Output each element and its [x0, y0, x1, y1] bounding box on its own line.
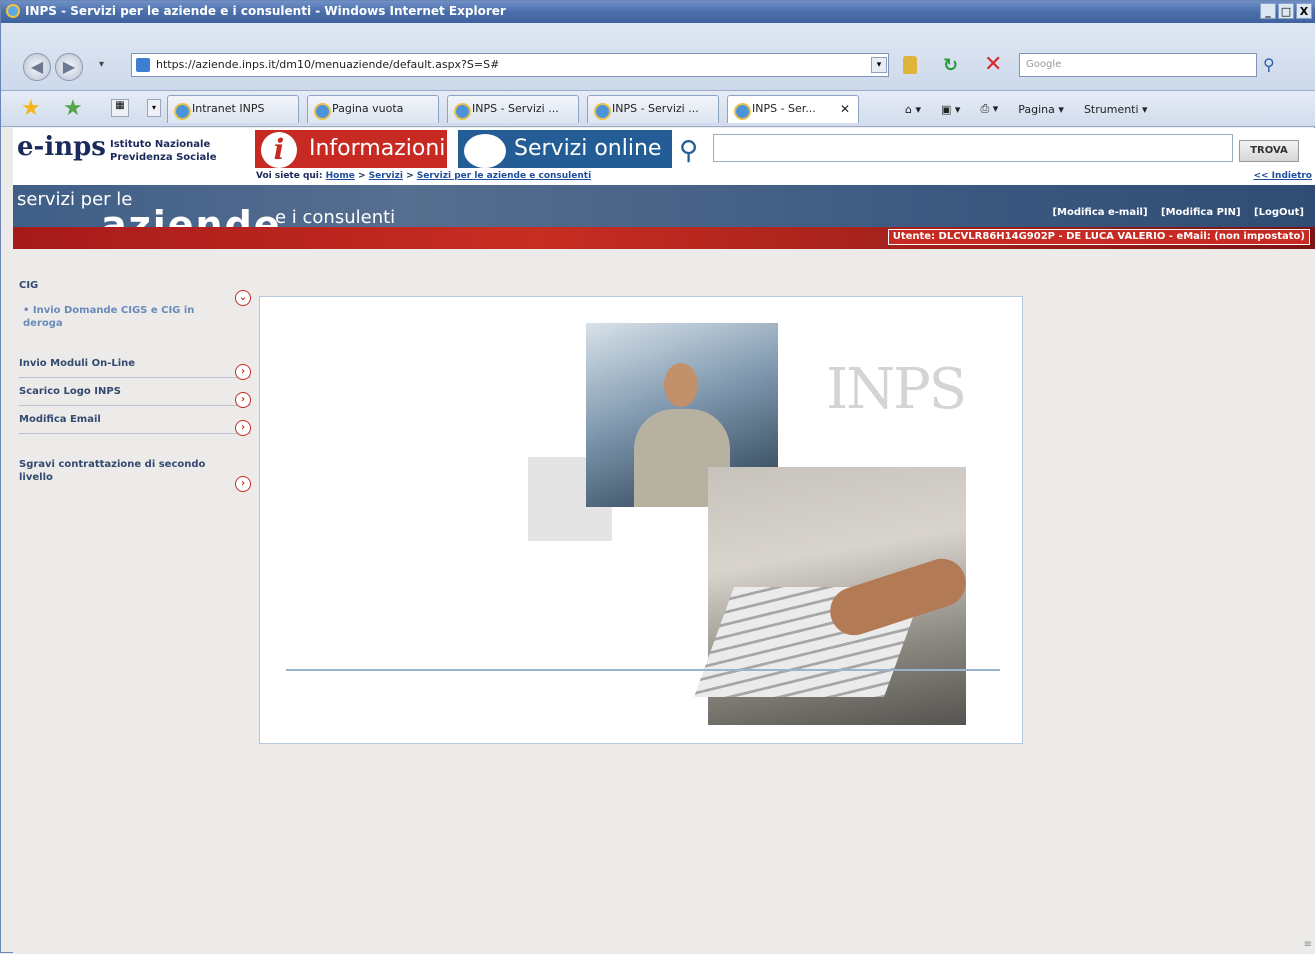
search-icon[interactable]: ⚲	[1263, 55, 1275, 74]
back-button[interactable]: ◀	[23, 53, 51, 81]
sidebar-item-label: Modifica Email	[19, 414, 101, 425]
window-title: INPS - Servizi per le aziende e i consul…	[25, 4, 506, 18]
sidebar-item-label: Sgravi contrattazione di secondo livello	[19, 459, 206, 483]
lock-icon[interactable]	[903, 56, 917, 74]
tab-label: INPS - Ser...	[752, 102, 816, 115]
tab-label: Pagina vuota	[332, 102, 404, 115]
indietro-link[interactable]: << Indietro	[1253, 171, 1312, 181]
tab-pagina-vuota[interactable]: Pagina vuota	[307, 95, 439, 123]
stop-icon[interactable]: ✕	[984, 52, 1002, 77]
breadcrumb-aziende[interactable]: Servizi per le aziende e consulenti	[417, 171, 591, 181]
breadcrumb-prefix: Voi siete qui:	[256, 171, 323, 181]
refresh-icon[interactable]: ↻	[943, 55, 958, 76]
informazioni-tab[interactable]: i Informazioni	[255, 130, 447, 168]
keyboard-photo	[693, 467, 972, 725]
sidebar-item-scarico-logo[interactable]: Scarico Logo INPS ›	[19, 386, 251, 408]
tab-label: INPS - Servizi ...	[612, 102, 699, 115]
tab-inps-2[interactable]: INPS - Servizi ...	[587, 95, 719, 123]
chevron-right-icon[interactable]: ›	[235, 392, 251, 408]
web-page: e-inps Istituto Nazionale Previdenza Soc…	[13, 128, 1315, 954]
sidebar-item-label: CIG	[19, 280, 39, 291]
tools-menu-label: Strumenti	[1083, 102, 1139, 116]
sidebar-item-label: Scarico Logo INPS	[19, 386, 121, 397]
feeds-icon[interactable]: ▣ ▾	[941, 103, 960, 116]
browser-window: INPS - Servizi per le aziende e i consul…	[0, 0, 1315, 954]
divider-line	[286, 669, 1000, 671]
search-icon: ⚲	[679, 136, 699, 166]
modifica-email-link[interactable]: [Modifica e-mail]	[1052, 207, 1147, 218]
logout-link[interactable]: [LogOut]	[1254, 207, 1304, 218]
org-line1: Istituto Nazionale	[110, 139, 211, 150]
site-search-input[interactable]	[713, 134, 1233, 162]
photo-figure-head	[664, 363, 698, 407]
page-icon	[136, 58, 150, 72]
page-menu[interactable]: Pagina ▾	[1018, 103, 1064, 116]
globe-icon	[464, 134, 506, 168]
tab-inps-1[interactable]: INPS - Servizi ...	[447, 95, 579, 123]
sidebar-item-invio-moduli[interactable]: Invio Moduli On-Line ›	[19, 358, 251, 380]
tab-label: Intranet INPS	[192, 102, 265, 115]
favorites-star-icon[interactable]: ★	[21, 96, 41, 121]
user-info: Utente: DLCVLR86H14G902P - DE LUCA VALER…	[887, 229, 1310, 245]
tab-intranet[interactable]: Intranet INPS	[167, 95, 299, 123]
quick-tabs-icon[interactable]: ▦	[111, 99, 129, 117]
informazioni-label: Informazioni	[309, 136, 446, 161]
banner-line3: e i consulenti	[275, 207, 396, 228]
site-header: e-inps Istituto Nazionale Previdenza Soc…	[13, 128, 1315, 185]
org-name: Istituto Nazionale Previdenza Sociale	[110, 138, 216, 164]
welcome-panel: INPS	[259, 296, 1023, 744]
title-bar: INPS - Servizi per le aziende e i consul…	[1, 1, 1315, 23]
command-bar: ⌂ ▾ ▣ ▾ ⎙ ▾ Pagina ▾ Strumenti ▾	[905, 97, 1148, 121]
inps-watermark: INPS	[826, 357, 967, 422]
tab-list-button[interactable]: ▾	[147, 99, 161, 117]
minimize-button[interactable]: _	[1260, 3, 1276, 19]
user-links: [Modifica e-mail] [Modifica PIN] [LogOut…	[1042, 207, 1304, 218]
ie-icon	[6, 4, 20, 18]
tab-inps-active[interactable]: INPS - Ser... ✕	[727, 95, 859, 123]
org-line2: Previdenza Sociale	[110, 152, 217, 163]
chevron-right-icon[interactable]: ›	[235, 476, 251, 492]
window-controls: _ □ X	[1260, 3, 1312, 19]
einps-logo[interactable]: e-inps	[17, 132, 106, 162]
home-icon[interactable]: ⌂ ▾	[905, 103, 921, 116]
address-toolbar: ◀ ▶ ▾ https://aziende.inps.it/dm10/menua…	[1, 23, 1315, 91]
breadcrumb-home[interactable]: Home	[326, 171, 355, 181]
sidebar-item-sgravi[interactable]: Sgravi contrattazione di secondo livello…	[19, 458, 251, 494]
modifica-pin-link[interactable]: [Modifica PIN]	[1161, 207, 1241, 218]
close-tab-icon[interactable]: ✕	[840, 96, 850, 122]
servizi-online-tab[interactable]: Servizi online	[458, 130, 672, 168]
chevron-down-icon[interactable]: ⌄	[235, 290, 251, 306]
servizi-online-label: Servizi online	[514, 136, 662, 161]
history-dropdown[interactable]: ▾	[99, 59, 104, 70]
tools-menu[interactable]: Strumenti ▾	[1084, 103, 1148, 116]
search-input[interactable]: Google	[1019, 53, 1257, 77]
tabs-bar: ★ ★ ▦ ▾ Intranet INPS Pagina vuota INPS …	[1, 91, 1315, 127]
sidebar-subitem-cigs[interactable]: • Invio Domande CIGS e CIG in deroga	[23, 304, 235, 330]
info-icon: i	[261, 132, 297, 168]
page-menu-label: Pagina	[1018, 102, 1055, 116]
chevron-right-icon[interactable]: ›	[235, 420, 251, 436]
print-icon[interactable]: ⎙ ▾	[980, 102, 998, 116]
chevron-right-icon[interactable]: ›	[235, 364, 251, 380]
breadcrumb: Voi siete qui: Home > Servizi > Servizi …	[256, 171, 592, 181]
forward-button[interactable]: ▶	[55, 53, 83, 81]
address-field[interactable]: https://aziende.inps.it/dm10/menuaziende…	[131, 53, 889, 77]
tab-label: INPS - Servizi ...	[472, 102, 559, 115]
sidebar-item-modifica-email[interactable]: Modifica Email ›	[19, 414, 251, 436]
address-dropdown[interactable]: ▾	[871, 57, 887, 73]
add-favorites-icon[interactable]: ★	[63, 96, 83, 121]
maximize-button[interactable]: □	[1278, 3, 1294, 19]
breadcrumb-servizi[interactable]: Servizi	[369, 171, 403, 181]
sidebar-item-cig[interactable]: CIG ⌄	[19, 280, 251, 306]
close-button[interactable]: X	[1296, 3, 1312, 19]
trova-button[interactable]: TROVA	[1239, 140, 1299, 162]
sidebar-item-label: Invio Moduli On-Line	[19, 358, 136, 369]
resize-grip-icon[interactable]: ≡	[1304, 939, 1312, 950]
url-text: https://aziende.inps.it/dm10/menuaziende…	[156, 58, 500, 71]
